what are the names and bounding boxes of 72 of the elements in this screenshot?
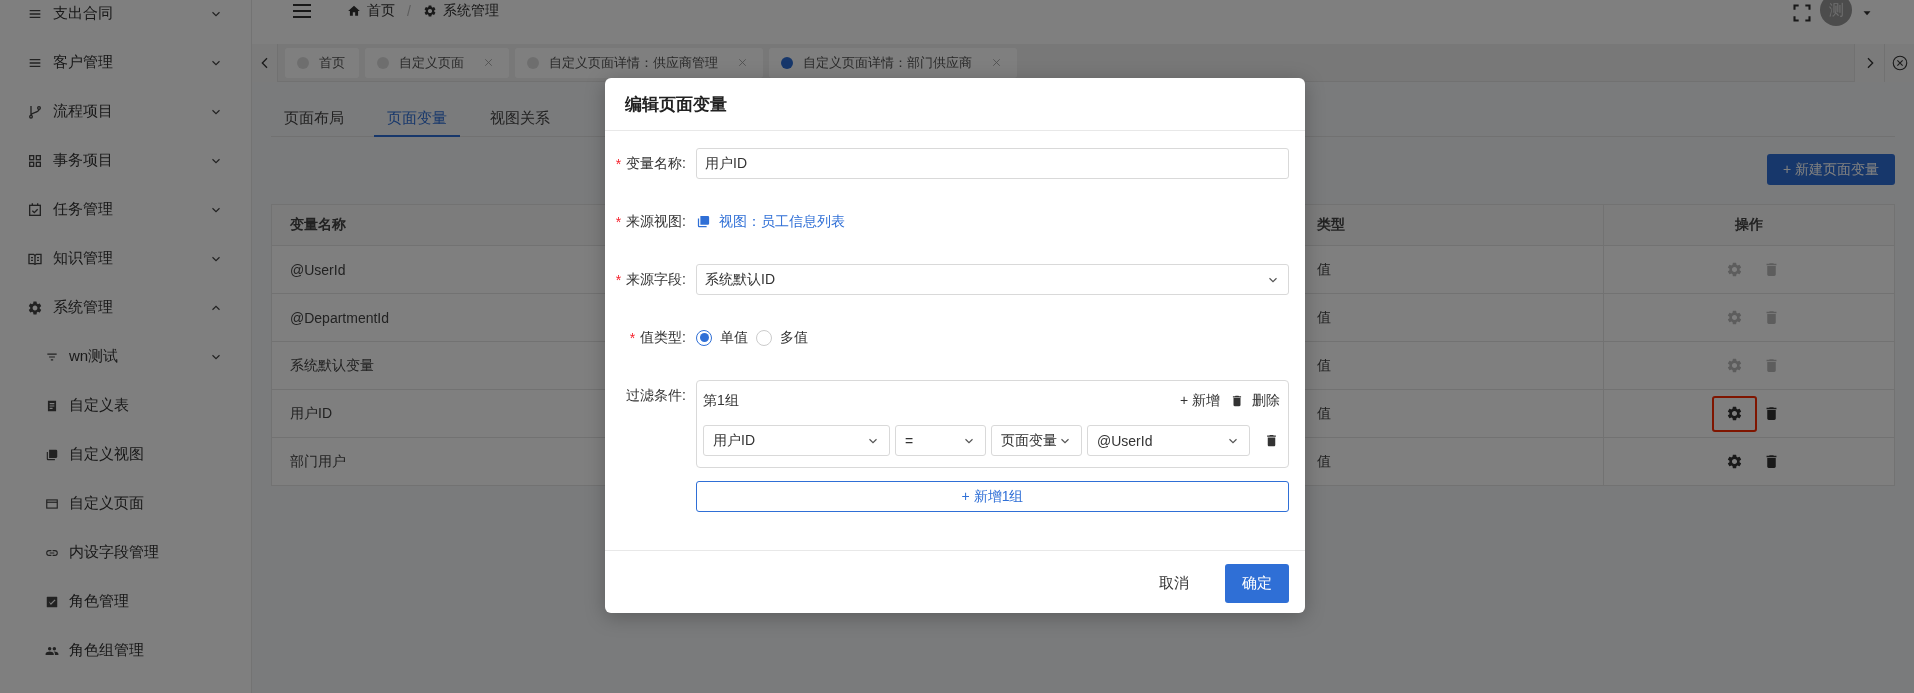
field-label: 来源视图:	[626, 212, 686, 231]
settings-icon	[1725, 405, 1743, 422]
settings-icon	[1725, 309, 1743, 326]
sidebar-item[interactable]: 角色组管理	[0, 626, 251, 675]
dropdown[interactable]: 系统默认ID	[696, 264, 1289, 295]
page-tab[interactable]: 自定义页面详情：部门供应商	[769, 47, 1017, 78]
column-header: 操作	[1603, 204, 1895, 246]
breadcrumb-item[interactable]: 系统管理	[442, 2, 499, 20]
settings-icon	[1725, 453, 1743, 470]
checkbox-icon	[45, 594, 59, 609]
sidebar-item[interactable]: 事务项目	[0, 136, 251, 185]
required-mark: *	[615, 271, 622, 288]
breadcrumb-separator: /	[407, 3, 411, 19]
add-group-button[interactable]: + 新增1组	[696, 481, 1289, 512]
new-variable-button[interactable]: + 新建页面变量	[1767, 154, 1895, 185]
sidebar-item[interactable]: 自定义表	[0, 381, 251, 430]
page-tab[interactable]: 自定义页面详情：供应商管理	[515, 47, 763, 78]
sidebar-item[interactable]: 自定义页面	[0, 479, 251, 528]
sidebar-item[interactable]: 自定义视图	[0, 430, 251, 479]
sidebar-item[interactable]: 系统管理	[0, 283, 251, 332]
close-all-button[interactable]	[1884, 43, 1914, 82]
close-icon[interactable]	[482, 56, 495, 69]
sidebar-item[interactable]: 流程项目	[0, 87, 251, 136]
stack-icon	[45, 447, 59, 462]
field-label: 来源字段:	[626, 270, 686, 289]
page-tab[interactable]: 自定义页面	[365, 47, 509, 78]
content-tab[interactable]: 页面布局	[271, 102, 357, 137]
breadcrumb-item[interactable]: 首页	[367, 2, 395, 20]
sidebar-item[interactable]: 知识管理	[0, 234, 251, 283]
close-icon	[1890, 53, 1909, 72]
branch-icon	[27, 103, 43, 120]
operator-dropdown[interactable]: =	[895, 425, 986, 456]
sidebar-item[interactable]: 任务管理	[0, 185, 251, 234]
settings-button[interactable]	[1711, 395, 1757, 432]
calendar-check-icon	[27, 201, 43, 218]
grid-icon	[27, 152, 43, 169]
source-dropdown[interactable]: 页面变量	[991, 425, 1082, 456]
delete-group-button[interactable]: 删除	[1230, 392, 1280, 410]
sidebar-item[interactable]: 内设字段管理	[0, 528, 251, 577]
field-dropdown[interactable]: 用户ID	[703, 425, 890, 456]
content-tab[interactable]: 视图关系	[477, 102, 563, 137]
cancel-button[interactable]: 取消	[1143, 564, 1205, 603]
delete-icon[interactable]	[1264, 433, 1279, 448]
scroll-left-button[interactable]	[252, 43, 278, 82]
sidebar-item[interactable]: 支出合同	[0, 0, 251, 38]
settings-icon	[422, 4, 437, 18]
close-icon[interactable]	[736, 56, 749, 69]
view-link[interactable]: 视图：员工信息列表	[719, 212, 845, 231]
document-icon	[45, 398, 59, 413]
window-icon	[45, 496, 59, 511]
group-title: 第1组	[703, 392, 739, 410]
settings-icon	[1725, 357, 1743, 374]
page-tab[interactable]: 首页	[285, 47, 359, 78]
add-condition-button[interactable]: + 新增	[1179, 392, 1220, 410]
settings-icon	[27, 299, 43, 316]
confirm-button[interactable]: 确定	[1225, 564, 1289, 603]
sidebar-item[interactable]: wn测试	[0, 332, 251, 381]
close-icon[interactable]	[990, 56, 1003, 69]
value-dropdown[interactable]: @UserId	[1087, 425, 1250, 456]
required-mark: *	[615, 155, 622, 172]
settings-icon	[1725, 261, 1743, 278]
field-label: 变量名称:	[626, 154, 686, 173]
text-field[interactable]: 用户ID	[696, 148, 1289, 179]
delete-icon	[1230, 394, 1244, 408]
content-tab[interactable]: 页面变量	[374, 102, 460, 137]
dialog-title: 编辑页面变量	[605, 78, 1305, 131]
home-icon	[347, 4, 361, 18]
fullscreen-icon[interactable]	[1792, 3, 1812, 23]
stack-icon	[696, 214, 711, 229]
required-mark: *	[615, 213, 622, 230]
sidebar-item[interactable]: 客户管理	[0, 38, 251, 87]
sidebar-item[interactable]: 角色管理	[0, 577, 251, 626]
